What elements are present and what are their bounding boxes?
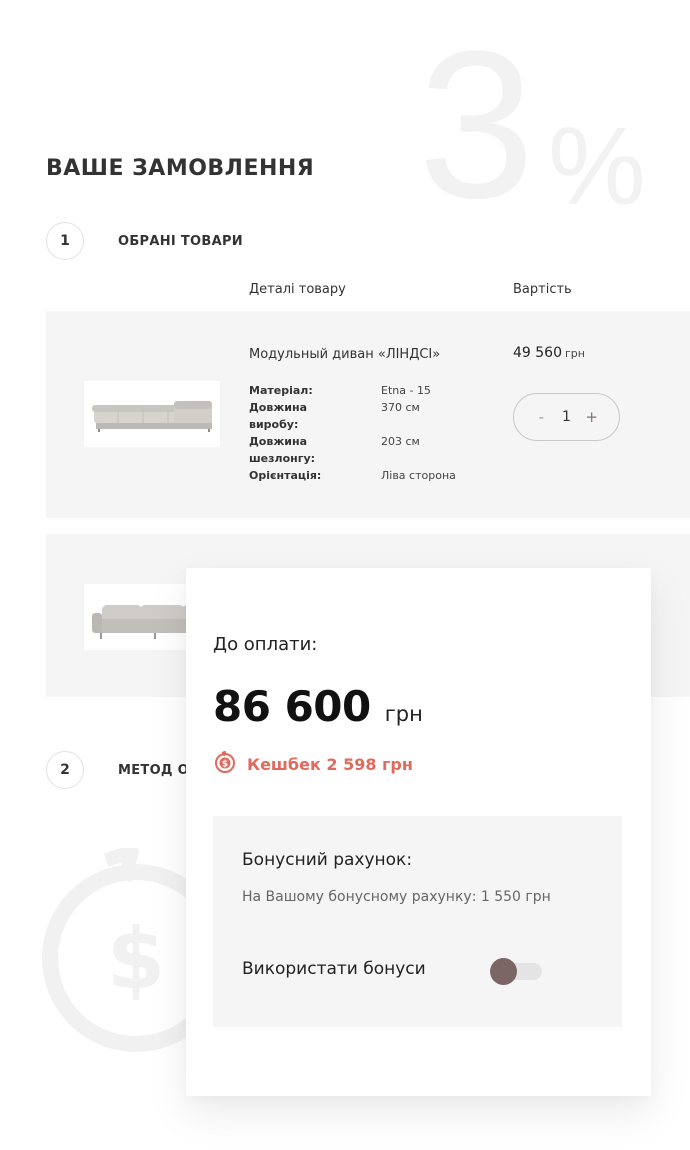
use-bonus-toggle[interactable] bbox=[490, 957, 544, 985]
cashback-coin-icon: $ bbox=[213, 750, 237, 778]
total-currency: грн bbox=[384, 702, 423, 726]
column-header-price: Вартість bbox=[513, 282, 572, 297]
total-amount: 86 600 bbox=[213, 682, 371, 731]
background-percent-sign: % bbox=[548, 105, 646, 228]
spec-key: Орієнтація: bbox=[249, 469, 322, 482]
step-label: ОБРАНІ ТОВАРИ bbox=[118, 233, 243, 249]
decrease-quantity-button[interactable]: - bbox=[531, 408, 551, 426]
step-number: 1 bbox=[46, 222, 84, 260]
quantity-stepper: - 1 + bbox=[513, 393, 620, 441]
spec-value: Etna - 15 bbox=[381, 384, 431, 397]
cashback-info: $ Кешбек 2 598 грн bbox=[213, 750, 413, 778]
background-percent-digit: 3 bbox=[418, 7, 535, 242]
step-selected-products: 1 ОБРАНІ ТОВАРИ bbox=[46, 222, 243, 260]
svg-text:$: $ bbox=[107, 910, 165, 1008]
spec-value: 203 см bbox=[381, 435, 420, 448]
step-number: 2 bbox=[46, 751, 84, 789]
spec-key: Матеріал: bbox=[249, 384, 313, 397]
spec-row: Довжина виробу: 370 см bbox=[249, 399, 489, 433]
spec-key: Довжина шезлонгу: bbox=[249, 435, 316, 465]
cart-item: Модульный диван «ЛІНДСІ» Матеріал: Etna … bbox=[46, 311, 690, 518]
increase-quantity-button[interactable]: + bbox=[582, 408, 602, 426]
spec-row: Довжина шезлонгу: 203 см bbox=[249, 433, 489, 467]
background-percent-decoration: 3 % bbox=[418, 20, 646, 230]
product-price: 49 560 грн bbox=[513, 345, 585, 361]
bonus-title: Бонусний рахунок: bbox=[242, 850, 413, 870]
quantity-value: 1 bbox=[562, 409, 571, 425]
spec-row: Орієнтація: Ліва сторона bbox=[249, 467, 489, 484]
column-header-details: Деталі товару bbox=[249, 282, 346, 297]
cashback-text: Кешбек 2 598 грн bbox=[247, 754, 413, 774]
svg-text:$: $ bbox=[222, 760, 228, 770]
total-price: 86 600 грн bbox=[213, 682, 423, 731]
bonus-account-panel: Бонусний рахунок: На Вашому бонусному ра… bbox=[213, 816, 622, 1027]
use-bonus-label: Використати бонуси bbox=[242, 959, 426, 979]
product-specs: Матеріал: Etna - 15 Довжина виробу: 370 … bbox=[249, 382, 489, 484]
step-payment-method: 2 МЕТОД О bbox=[46, 751, 189, 789]
pay-label: До оплати: bbox=[213, 634, 318, 655]
product-image bbox=[84, 381, 220, 447]
spec-row: Матеріал: Etna - 15 bbox=[249, 382, 489, 399]
spec-key: Довжина виробу: bbox=[249, 401, 307, 431]
spec-value: Ліва сторона bbox=[381, 469, 456, 482]
bonus-balance: На Вашому бонусному рахунку: 1 550 грн bbox=[242, 889, 551, 905]
price-amount: 49 560 bbox=[513, 345, 562, 361]
step-label: МЕТОД О bbox=[118, 762, 189, 778]
toggle-knob bbox=[490, 958, 517, 985]
page-title: ВАШЕ ЗАМОВЛЕННЯ bbox=[46, 156, 315, 181]
price-currency: грн bbox=[565, 347, 585, 360]
order-summary-card: До оплати: 86 600 грн $ Кешбек 2 598 грн… bbox=[186, 568, 651, 1096]
product-name[interactable]: Модульный диван «ЛІНДСІ» bbox=[249, 347, 440, 362]
spec-value: 370 см bbox=[381, 401, 420, 414]
